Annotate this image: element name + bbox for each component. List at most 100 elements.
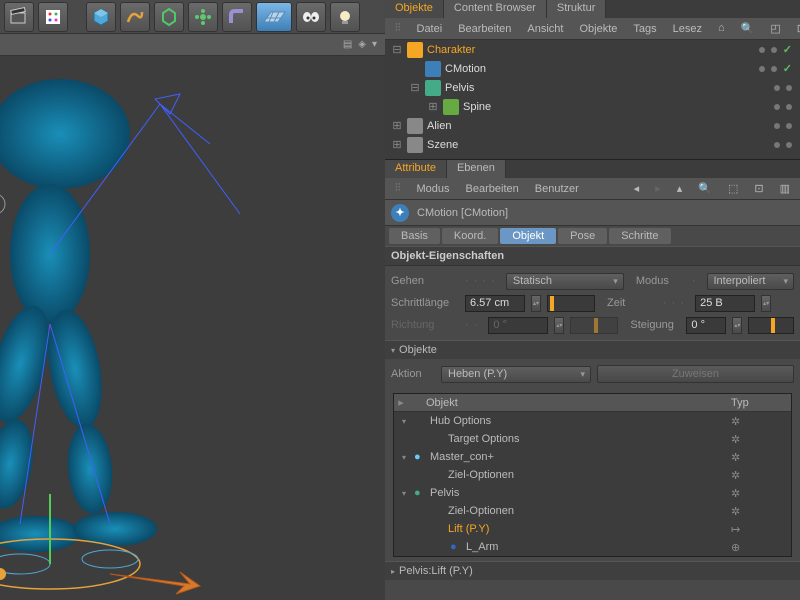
lock-icon[interactable]: ⬚: [722, 182, 744, 195]
button-zuweisen[interactable]: Zuweisen: [597, 365, 794, 383]
cube-icon[interactable]: [86, 2, 116, 32]
viewport-opt-icon[interactable]: ▾: [372, 39, 377, 50]
expand-icon[interactable]: ⊞: [391, 138, 403, 151]
cmotion-icon: ✦: [391, 204, 409, 222]
viewport[interactable]: ▤ ◈ ▾ 0: [0, 34, 385, 600]
tab-attribute[interactable]: Attribute: [385, 160, 447, 178]
dropdown-modus[interactable]: Interpoliert: [707, 273, 795, 290]
expand-icon[interactable]: ⊞: [391, 119, 403, 132]
table-row[interactable]: ▾● Pelvis ✲: [394, 484, 791, 502]
up-icon[interactable]: ▴: [671, 182, 689, 195]
eyes-icon[interactable]: [296, 2, 326, 32]
table-row[interactable]: Target Options ✲: [394, 430, 791, 448]
menu-bearbeiten[interactable]: Bearbeiten: [452, 23, 517, 35]
table-row[interactable]: ● L_Arm ⊕: [394, 538, 791, 556]
tab-struktur[interactable]: Struktur: [547, 0, 607, 18]
menu-objekte[interactable]: Objekte: [573, 23, 623, 35]
menu-modus[interactable]: Modus: [411, 183, 456, 195]
spinner-zeit[interactable]: ▴▾: [761, 295, 771, 312]
dock-icon[interactable]: ⊡: [791, 22, 800, 35]
pelvis-icon: ●: [414, 487, 428, 499]
objects-table[interactable]: ▸ Objekt Typ ▾ Hub Options ✲ Target Opti…: [393, 393, 792, 557]
spline-icon[interactable]: [120, 2, 150, 32]
input-steigung[interactable]: [686, 317, 726, 334]
expand-icon[interactable]: ⊞: [427, 100, 439, 113]
home-icon[interactable]: ⌂: [712, 22, 731, 35]
section-pelvis-lift[interactable]: ▸Pelvis:Lift (P.Y): [385, 561, 800, 580]
dropdown-aktion[interactable]: Heben (P.Y): [441, 366, 591, 383]
director-icon[interactable]: [4, 2, 34, 32]
tree-row[interactable]: ⊟ Charakter ✓: [385, 40, 800, 59]
search-icon[interactable]: 🔍: [735, 22, 761, 35]
script-icon[interactable]: [38, 2, 68, 32]
row-label: Pelvis: [430, 487, 731, 499]
attribute-header: ✦ CMotion [CMotion]: [385, 200, 800, 226]
row-type-icon: ✲: [731, 415, 791, 428]
floor-icon[interactable]: [256, 2, 292, 32]
fwd-icon[interactable]: ▸: [649, 182, 667, 195]
tree-label: Charakter: [427, 44, 507, 56]
link-icon[interactable]: ⊡: [748, 182, 769, 195]
right-panel: Objekte Content Browser Struktur ⫶⫶ Date…: [385, 0, 800, 600]
input-zeit[interactable]: [695, 295, 755, 312]
tree-row[interactable]: ⊞ Spine: [385, 97, 800, 116]
tree-label: CMotion: [445, 63, 525, 75]
tab-objekte[interactable]: Objekte: [385, 0, 444, 18]
expand-icon[interactable]: ◰: [764, 22, 786, 35]
spinner-schritt[interactable]: ▴▾: [531, 295, 541, 312]
expand-icon[interactable]: ⊟: [409, 81, 421, 94]
viewport-opt-icon[interactable]: ◈: [358, 39, 366, 50]
tree-row[interactable]: CMotion ✓: [385, 59, 800, 78]
table-row[interactable]: ▾● Master_con+ ✲: [394, 448, 791, 466]
section-objekte[interactable]: ▾Objekte: [385, 340, 800, 359]
subtab-objekt[interactable]: Objekt: [500, 228, 556, 244]
menu-ansicht[interactable]: Ansicht: [521, 23, 569, 35]
slider-schritt[interactable]: [547, 295, 595, 312]
slider-steigung[interactable]: [748, 317, 794, 334]
search-icon[interactable]: 🔍: [692, 182, 718, 195]
col-objekt: Objekt: [408, 397, 731, 409]
menu-bearbeiten2[interactable]: Bearbeiten: [460, 183, 525, 195]
table-row[interactable]: Ziel-Optionen ✲: [394, 466, 791, 484]
light-icon[interactable]: [330, 2, 360, 32]
deformer-icon[interactable]: [154, 2, 184, 32]
cloner-icon[interactable]: [188, 2, 218, 32]
tree-row[interactable]: ⊞ Alien: [385, 116, 800, 135]
input-schrittlaenge[interactable]: [465, 295, 525, 312]
label-steigung: Steigung: [630, 319, 680, 331]
table-row[interactable]: Lift (P.Y) ↦: [394, 520, 791, 538]
dropdown-gehen[interactable]: Statisch: [506, 273, 624, 290]
table-row[interactable]: Ziel-Optionen ✲: [394, 502, 791, 520]
spine-icon: [443, 99, 459, 115]
tab-content-browser[interactable]: Content Browser: [444, 0, 547, 18]
dock-icon[interactable]: ▥: [774, 182, 796, 195]
object-tree[interactable]: ⊟ Charakter ✓ CMotion ✓⊟ Pelvis ⊞ Spine …: [385, 40, 800, 160]
label-schrittlaenge: Schrittlänge: [391, 297, 459, 309]
expand-icon[interactable]: ▾: [402, 489, 412, 498]
row-type-icon: ✲: [731, 487, 791, 500]
arm-icon: ●: [450, 541, 464, 553]
expand-icon[interactable]: ⊟: [391, 43, 403, 56]
tree-row[interactable]: ⊞ Szene: [385, 135, 800, 154]
menu-lesez[interactable]: Lesez: [667, 23, 708, 35]
tree-row[interactable]: ⊟ Pelvis: [385, 78, 800, 97]
label-aktion: Aktion: [391, 368, 435, 380]
expand-icon[interactable]: ▾: [402, 417, 412, 426]
menu-benutzer[interactable]: Benutzer: [529, 183, 585, 195]
bevel-icon[interactable]: [222, 2, 252, 32]
back-icon[interactable]: ◂: [628, 182, 646, 195]
menu-datei[interactable]: Datei: [411, 23, 449, 35]
menu-tags[interactable]: Tags: [627, 23, 662, 35]
subtab-koord[interactable]: Koord.: [442, 228, 498, 244]
input-richtung: [488, 317, 548, 334]
tab-ebenen[interactable]: Ebenen: [447, 160, 506, 178]
table-row[interactable]: ▾ Hub Options ✲: [394, 412, 791, 430]
expand-icon[interactable]: ▾: [402, 453, 412, 462]
spinner-steigung[interactable]: ▴▾: [732, 317, 742, 334]
attribute-menubar: ⫶⫶ Modus Bearbeiten Benutzer ◂ ▸ ▴ 🔍 ⬚ ⊡…: [385, 178, 800, 200]
viewport-character: 0: [0, 74, 320, 600]
viewport-opt-icon[interactable]: ▤: [343, 39, 352, 50]
subtab-schritte[interactable]: Schritte: [609, 228, 670, 244]
subtab-pose[interactable]: Pose: [558, 228, 607, 244]
subtab-basis[interactable]: Basis: [389, 228, 440, 244]
